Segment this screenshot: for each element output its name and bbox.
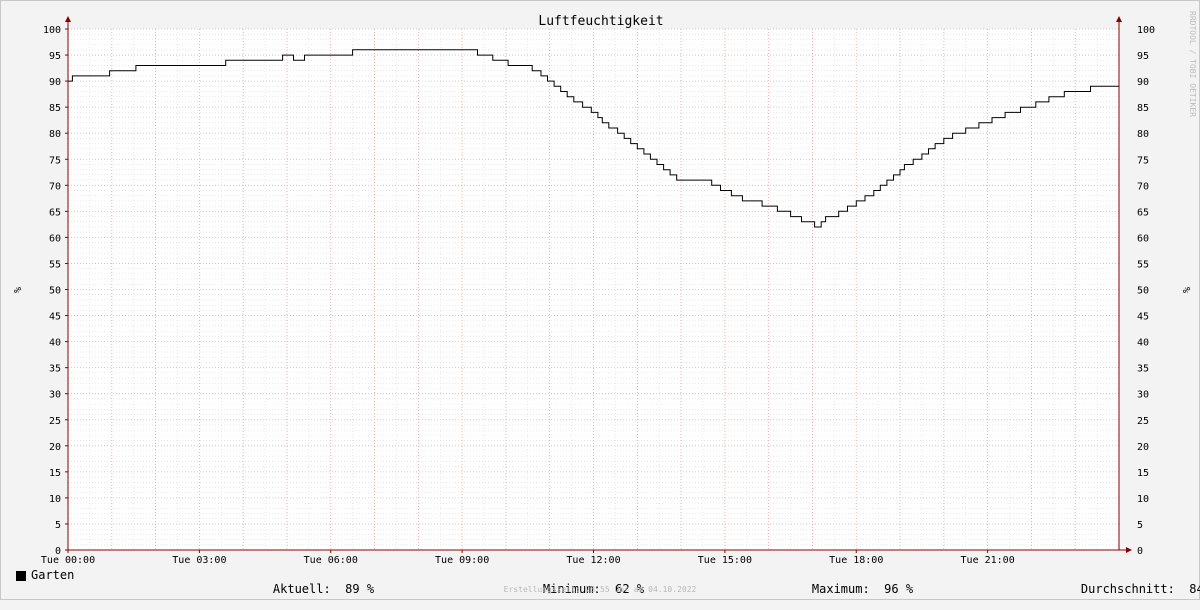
y-tick-label-left: 80: [49, 129, 61, 140]
y-tick-label-left: 95: [49, 51, 61, 62]
y-tick-label-left: 65: [49, 207, 61, 218]
y-tick-label-right: 40: [1137, 338, 1149, 349]
y-tick-label-right: 75: [1137, 155, 1149, 166]
y-tick-label-right: 65: [1137, 207, 1149, 218]
y-tick-label-right: 85: [1137, 103, 1149, 114]
x-axis-arrow: [1126, 547, 1132, 553]
y-tick-label-left: 75: [49, 155, 61, 166]
y-tick-label-left: 40: [49, 338, 61, 349]
y-tick-label-right: 95: [1137, 51, 1149, 62]
y-tick-label-right: 100: [1137, 25, 1155, 36]
legend-series-name: Garten: [31, 568, 75, 582]
x-tick-label: Tue 03:00: [172, 555, 226, 566]
y-tick-label-left: 70: [49, 181, 61, 192]
x-tick-label: Tue 15:00: [698, 555, 752, 566]
y-axis-arrow-right: [1116, 16, 1122, 22]
y-axis-label-right: %: [1180, 287, 1191, 293]
y-tick-label-right: 20: [1137, 442, 1149, 453]
y-tick-label-right: 80: [1137, 129, 1149, 140]
x-tick-label: Tue 18:00: [829, 555, 883, 566]
y-tick-label-left: 10: [49, 494, 61, 505]
y-tick-label-right: 25: [1137, 416, 1149, 427]
watermark: RRDTOOL / TOBI OETIKER: [1188, 11, 1197, 117]
y-tick-label-right: 10: [1137, 494, 1149, 505]
y-tick-label-left: 55: [49, 259, 61, 270]
x-tick-label: Tue 09:00: [435, 555, 489, 566]
y-tick-label-left: 90: [49, 77, 61, 88]
y-tick-label-left: 45: [49, 312, 61, 323]
y-tick-label-right: 0: [1137, 546, 1143, 557]
y-tick-label-right: 5: [1137, 520, 1143, 531]
y-tick-label-left: 50: [49, 286, 61, 297]
y-axis-arrow-left: [65, 16, 71, 22]
y-tick-label-left: 30: [49, 390, 61, 401]
y-tick-label-left: 100: [43, 25, 61, 36]
y-tick-label-right: 70: [1137, 181, 1149, 192]
y-tick-label-left: 15: [49, 468, 61, 479]
y-tick-label-left: 20: [49, 442, 61, 453]
chart-window: 0 0 5 5 10 10 15 15 20 20 25 25 30 30 35 35 40 40 45 45 50 50…: [0, 0, 1200, 600]
y-tick-label-left: 60: [49, 233, 61, 244]
y-axis-label-left: %: [11, 287, 22, 293]
chart-title: Luftfeuchtigkeit: [538, 14, 663, 29]
x-tick-label: Tue 12:00: [566, 555, 620, 566]
y-tick-label-left: 35: [49, 364, 61, 375]
legend-color-swatch: [16, 571, 26, 581]
x-tick-labels: Tue 00:00 Tue 03:00 Tue 06:00 Tue 09:00 Tue …: [41, 555, 1015, 566]
y-tick-label-left: 5: [55, 520, 61, 531]
y-tick-label-right: 35: [1137, 364, 1149, 375]
creation-time-credit: Erstellungszeit: 23:55 Uhr am 04.10.2022: [503, 585, 697, 594]
y-tick-label-right: 45: [1137, 312, 1149, 323]
y-tick-label-left: 85: [49, 103, 61, 114]
x-tick-label: Tue 06:00: [304, 555, 358, 566]
y-tick-label-right: 30: [1137, 390, 1149, 401]
y-tick-label-right: 90: [1137, 77, 1149, 88]
x-tick-label: Tue 00:00: [41, 555, 95, 566]
y-tick-label-right: 50: [1137, 286, 1149, 297]
y-tick-label-right: 55: [1137, 259, 1149, 270]
y-tick-label-left: 25: [49, 416, 61, 427]
humidity-chart: 0 05 510 1015 1520 2025 2530 3035 3540 4045 4550 50…: [11, 11, 1197, 566]
x-tick-label: Tue 21:00: [961, 555, 1015, 566]
y-tick-label-right: 15: [1137, 468, 1149, 479]
y-tick-label-right: 60: [1137, 233, 1149, 244]
